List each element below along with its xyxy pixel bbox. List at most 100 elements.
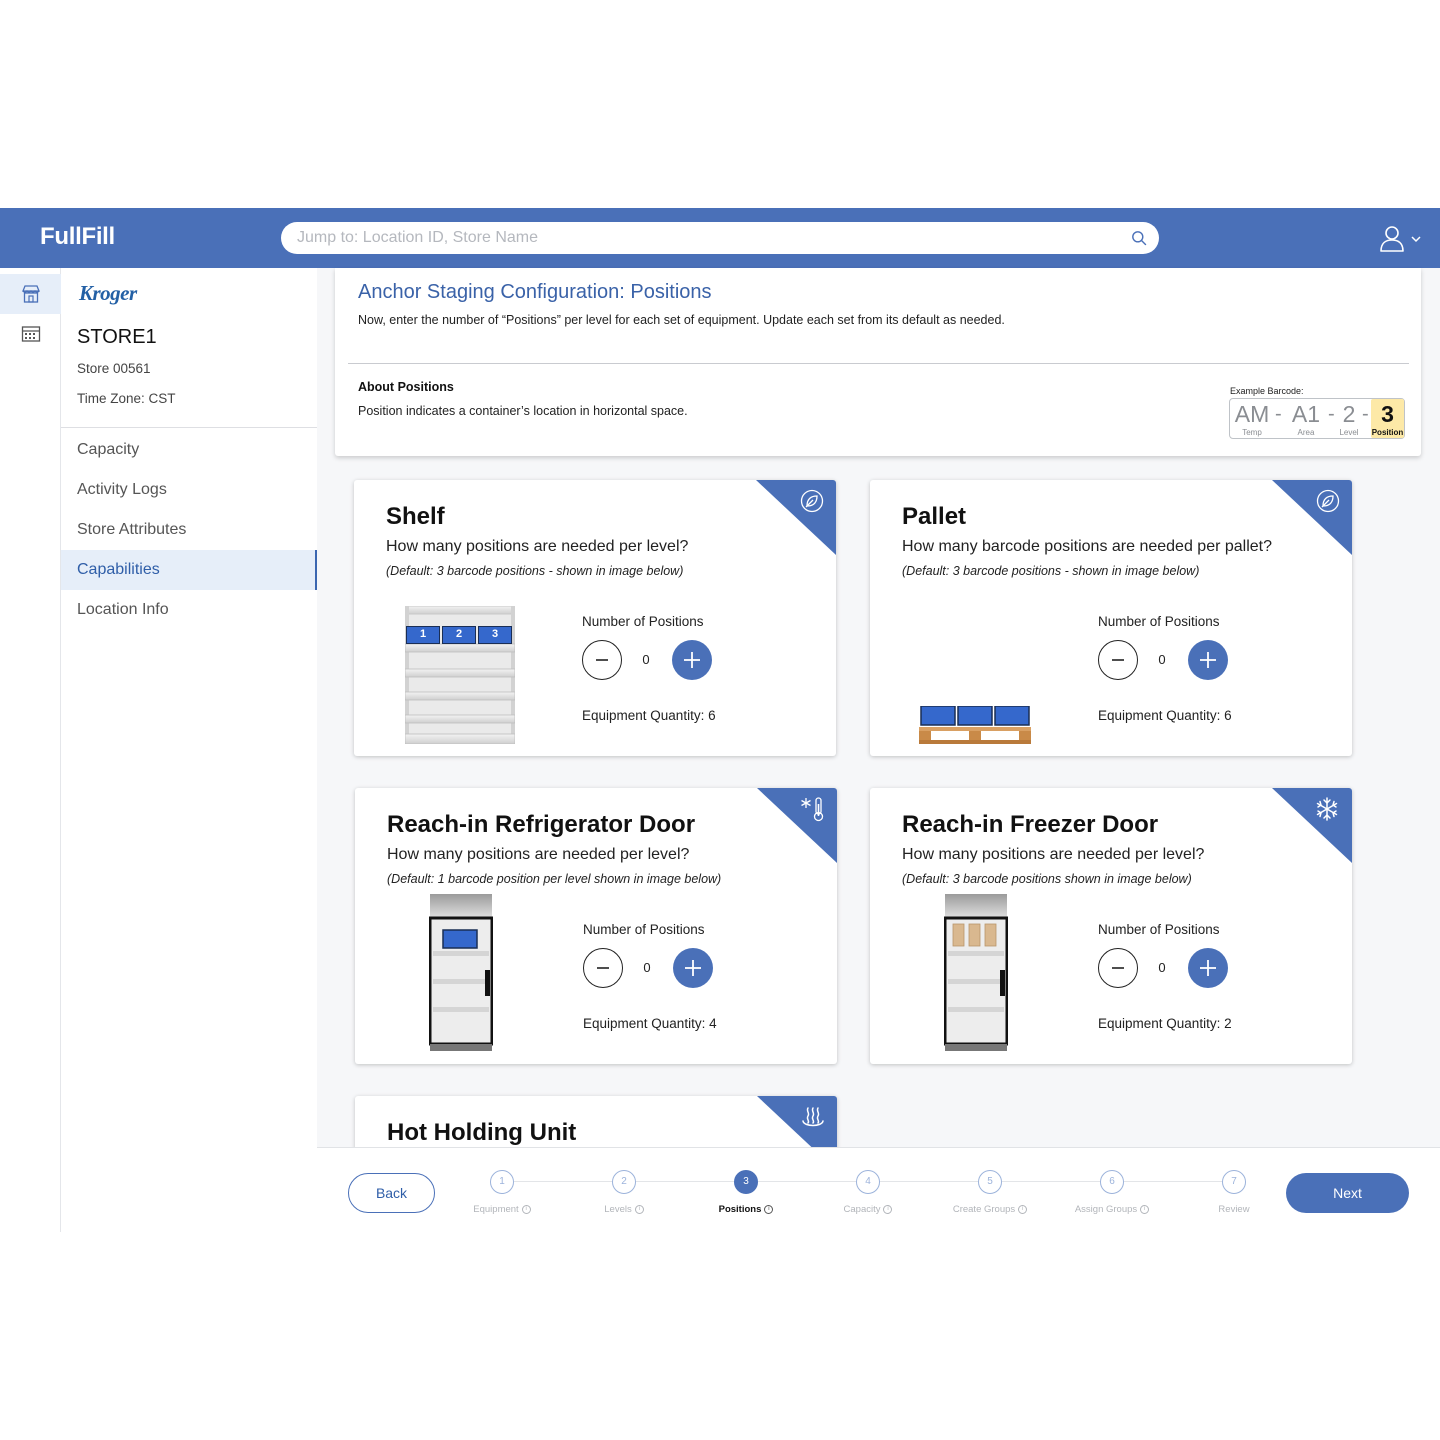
positions-value[interactable]: 0 xyxy=(634,652,658,667)
store-id: Store 00561 xyxy=(77,361,151,376)
positions-value[interactable]: 0 xyxy=(1150,652,1174,667)
minus-icon xyxy=(596,659,608,661)
increment-button[interactable] xyxy=(1188,640,1228,680)
decrement-button[interactable] xyxy=(1098,948,1138,988)
step-levels[interactable]: 2 Levels i xyxy=(574,1170,674,1220)
next-button[interactable]: Next xyxy=(1286,1173,1409,1213)
step-equipment[interactable]: 1 Equipment i xyxy=(452,1170,552,1220)
card-corner-badge xyxy=(1272,788,1352,863)
step-label: Capacity xyxy=(843,1204,881,1215)
card-title: Shelf xyxy=(386,503,445,530)
page-title: Anchor Staging Configuration: Positions xyxy=(358,281,712,303)
positions-value[interactable]: 0 xyxy=(635,960,659,975)
card-title: Reach-in Freezer Door xyxy=(902,811,1159,838)
step-assign-groups[interactable]: 6 Assign Groups i xyxy=(1062,1170,1162,1220)
sidebar-item-location-info[interactable]: Location Info xyxy=(61,590,317,630)
wizard-footer: Back 1 Equipment i 2 Levels i 3 Positions i… xyxy=(317,1147,1440,1232)
info-icon: i xyxy=(1140,1204,1150,1214)
position-slot: 3 xyxy=(478,626,512,644)
plus-icon xyxy=(685,960,701,976)
search-input[interactable] xyxy=(297,222,1117,254)
equipment-card-freezer-door: Reach-in Freezer Door How many positions… xyxy=(870,788,1352,1064)
search-icon[interactable] xyxy=(1131,230,1147,246)
time-zone: Time Zone: CST xyxy=(77,391,176,406)
step-number: 3 xyxy=(734,1170,758,1194)
main-content: Anchor Staging Configuration: Positions … xyxy=(317,268,1440,1232)
increment-button[interactable] xyxy=(673,948,713,988)
rail-store-button[interactable] xyxy=(0,274,61,314)
increment-button[interactable] xyxy=(1188,948,1228,988)
decrement-button[interactable] xyxy=(583,948,623,988)
rail-calendar-button[interactable] xyxy=(0,314,61,354)
equipment-quantity: Equipment Quantity: 2 xyxy=(1098,1016,1232,1031)
chevron-down-icon xyxy=(1411,236,1421,243)
step-positions[interactable]: 3 Positions i xyxy=(696,1170,796,1220)
step-label: Assign Groups xyxy=(1074,1204,1138,1215)
header-card: Anchor Staging Configuration: Positions … xyxy=(335,268,1421,456)
barcode-separator: - xyxy=(1275,403,1282,425)
sidebar: Kroger STORE1 Store 00561 Time Zone: CST… xyxy=(61,268,317,1232)
equipment-card-pallet: Pallet How many barcode positions are ne… xyxy=(870,480,1352,756)
sidebar-divider xyxy=(61,427,317,428)
barcode-value: A1 xyxy=(1291,401,1321,427)
sidebar-item-store-attributes[interactable]: Store Attributes xyxy=(61,510,317,550)
barcode-segment-highlighted: 3 Position xyxy=(1371,399,1404,438)
freezer-door-illustration xyxy=(944,894,1008,1051)
decrement-button[interactable] xyxy=(582,640,622,680)
about-title: About Positions xyxy=(358,380,454,394)
step-label: Create Groups xyxy=(952,1204,1016,1215)
barcode-separator: - xyxy=(1362,403,1369,425)
increment-button[interactable] xyxy=(672,640,712,680)
user-menu[interactable] xyxy=(1378,224,1424,254)
step-number: 2 xyxy=(612,1170,636,1194)
card-question: How many positions are needed per level? xyxy=(387,846,690,863)
positions-value[interactable]: 0 xyxy=(1150,960,1174,975)
barcode-caption: Area xyxy=(1297,428,1315,437)
step-number: 5 xyxy=(978,1170,1002,1194)
back-button[interactable]: Back xyxy=(348,1173,435,1213)
card-question: How many positions are needed per level? xyxy=(386,538,689,555)
barcode-value: AM xyxy=(1234,401,1270,427)
barcode-value: 2 xyxy=(1342,401,1356,427)
barcode-value: 3 xyxy=(1381,401,1394,427)
barcode-caption: Level xyxy=(1339,428,1359,437)
info-icon: i xyxy=(634,1204,644,1214)
leaf-icon xyxy=(1316,489,1340,513)
card-default-note: (Default: 3 barcode positions shown in i… xyxy=(902,872,1192,886)
app-window: FullFill Kroger STORE1 Store 00561 Time … xyxy=(0,208,1440,1232)
sidebar-item-capacity[interactable]: Capacity xyxy=(61,430,317,470)
sidebar-item-activity-logs[interactable]: Activity Logs xyxy=(61,470,317,510)
example-barcode: AM Temp - A1 Area - 2 Level - 3 Position xyxy=(1229,398,1405,439)
leaf-icon xyxy=(800,489,824,513)
step-create-groups[interactable]: 5 Create Groups i xyxy=(940,1170,1040,1220)
card-corner-badge xyxy=(1272,480,1352,555)
sidebar-item-capabilities[interactable]: Capabilities xyxy=(61,550,317,590)
card-default-note: (Default: 3 barcode positions - shown in… xyxy=(902,564,1200,578)
info-icon: i xyxy=(1018,1204,1028,1214)
calendar-icon xyxy=(21,326,40,342)
decrement-button[interactable] xyxy=(1098,640,1138,680)
step-label: Levels xyxy=(604,1204,632,1215)
app-title[interactable]: FullFill xyxy=(40,223,115,251)
top-bar: FullFill xyxy=(0,208,1440,268)
position-slot: 1 xyxy=(406,626,440,644)
positions-label: Number of Positions xyxy=(1098,614,1220,629)
step-number: 1 xyxy=(490,1170,514,1194)
step-review[interactable]: 7 Review xyxy=(1184,1170,1284,1220)
search-box[interactable] xyxy=(281,222,1159,254)
barcode-segment: AM Temp xyxy=(1232,399,1272,437)
positions-label: Number of Positions xyxy=(1098,922,1220,937)
barcode-label: Example Barcode: xyxy=(1230,386,1304,396)
step-number: 6 xyxy=(1100,1170,1124,1194)
info-icon: i xyxy=(521,1204,531,1214)
card-corner-badge xyxy=(756,480,836,555)
store-icon xyxy=(21,285,40,303)
step-number: 7 xyxy=(1222,1170,1246,1194)
info-icon: i xyxy=(883,1204,893,1214)
step-capacity[interactable]: 4 Capacity i xyxy=(818,1170,918,1220)
page-subtitle: Now, enter the number of “Positions” per… xyxy=(358,313,1005,327)
refrigerator-thermometer-icon xyxy=(801,797,824,822)
kroger-logo: Kroger xyxy=(79,281,137,305)
heat-icon xyxy=(802,1107,824,1127)
refrigerator-door-illustration xyxy=(429,894,493,1051)
